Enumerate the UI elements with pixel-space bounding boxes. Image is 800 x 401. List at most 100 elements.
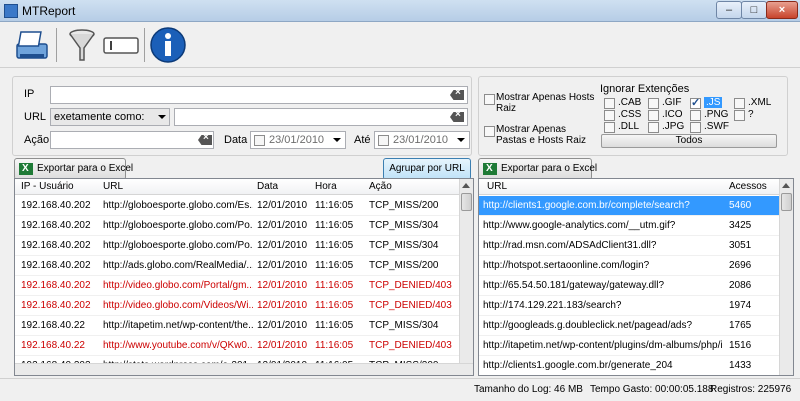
data-enable-checkbox[interactable] [254, 135, 265, 146]
ip-input[interactable] [50, 86, 468, 104]
url-grid-header: URL Acessos [479, 179, 779, 195]
pastas-raiz-checkbox[interactable] [484, 126, 495, 137]
scroll-up-icon[interactable] [782, 183, 790, 188]
cell-data: 12/01/2010 [257, 260, 308, 271]
checkbox[interactable] [690, 110, 701, 121]
cell-acessos: 1765 [729, 320, 752, 331]
col-url[interactable]: URL [103, 181, 123, 192]
toolbar [0, 22, 800, 68]
cell-hora: 11:16:05 [315, 220, 354, 231]
table-row[interactable]: 192.168.40.22 http://itapetim.net/wp-cont… [15, 316, 459, 336]
checkbox[interactable] [690, 122, 701, 133]
cell-url: http://www.youtube.com/v/QKw0... [103, 340, 253, 351]
elapsed-time-status: Tempo Gasto: 00:00:05.188 [590, 384, 714, 395]
log-grid-hscroll[interactable] [15, 363, 473, 375]
maximize-button[interactable]: □ [741, 1, 767, 19]
url-input[interactable] [174, 108, 468, 126]
info-button[interactable] [148, 26, 188, 64]
hosts-raiz-label: Mostrar Apenas Hosts Raiz [496, 92, 595, 114]
cell-acessos: 2086 [729, 280, 752, 291]
excel-icon [19, 159, 33, 179]
table-row[interactable]: 192.168.40.202 http://globoesporte.globo.… [15, 196, 459, 216]
table-row[interactable]: http://clients1.google.com.br/complete/s… [479, 196, 779, 216]
printer-icon [16, 31, 48, 59]
checkbox[interactable] [648, 98, 659, 109]
checkbox[interactable] [604, 110, 615, 121]
cell-acessos: 1974 [729, 300, 752, 311]
checkbox[interactable] [604, 122, 615, 133]
log-grid-vscroll[interactable] [459, 179, 473, 363]
table-row[interactable]: http://65.54.50.181/gateway/gateway.dll?… [479, 276, 779, 296]
scroll-thumb[interactable] [461, 193, 472, 211]
right-export-excel-button[interactable]: Exportar para o Excel [478, 158, 597, 180]
cell-ip: 192.168.40.22 [21, 320, 85, 331]
cell-acao: TCP_MISS/304 [369, 220, 439, 231]
excel-icon [483, 159, 497, 179]
ate-enable-checkbox[interactable] [378, 135, 389, 146]
scroll-up-icon[interactable] [462, 183, 470, 188]
cell-url: http://video.globo.com/Videos/Wi... [103, 300, 253, 311]
log-grid[interactable]: IP - Usuário URL Data Hora Ação 192.168.… [14, 178, 474, 376]
cell-data: 12/01/2010 [257, 280, 308, 291]
cell-hora: 11:16:05 [315, 320, 354, 331]
col-ip-usuario[interactable]: IP - Usuário [21, 181, 74, 192]
col-data[interactable]: Data [257, 181, 278, 192]
data-date-picker[interactable]: 23/01/2010 [250, 131, 346, 149]
cell-acessos: 3425 [729, 220, 752, 231]
print-button[interactable] [12, 26, 52, 64]
cell-acessos: 5460 [729, 200, 752, 211]
data-value: 23/01/2010 [269, 134, 325, 146]
checkbox[interactable] [648, 122, 659, 133]
table-row[interactable]: 192.168.40.202 http://ads.globo.com/RealM… [15, 256, 459, 276]
ate-value: 23/01/2010 [393, 134, 449, 146]
table-row[interactable]: http://googleads.g.doubleclick.net/pagea… [479, 316, 779, 336]
table-row[interactable]: 192.168.40.202 http://video.globo.com/Vid… [15, 296, 459, 316]
records-status: Registros: 225976 [710, 384, 792, 395]
cell-hora: 11:16:05 [315, 340, 354, 351]
col-acessos[interactable]: Acessos [729, 181, 767, 192]
cell-acessos: 2696 [729, 260, 752, 271]
todos-button[interactable]: Todos [601, 134, 777, 148]
checkbox[interactable] [734, 98, 745, 109]
cell-acao: TCP_DENIED/403 [369, 340, 452, 351]
checkbox[interactable] [734, 110, 745, 121]
cell-acao: TCP_MISS/304 [369, 320, 439, 331]
acao-label: Ação [24, 134, 50, 146]
table-row[interactable]: http://rad.msn.com/ADSAdClient31.dll? 305… [479, 236, 779, 256]
funnel-icon [69, 29, 95, 61]
url-grid[interactable]: URL Acessos http://clients1.google.com.b… [478, 178, 794, 376]
table-row[interactable]: http://hotspot.sertaoonline.com/login? 26… [479, 256, 779, 276]
url-mode-value: exetamente como: [54, 111, 145, 123]
table-row[interactable]: http://clients1.google.com.br/generate_2… [479, 356, 779, 375]
table-row[interactable]: 192.168.40.202 http://globoesporte.globo.… [15, 236, 459, 256]
col-hora[interactable]: Hora [315, 181, 337, 192]
filter-button[interactable] [62, 26, 102, 64]
table-row[interactable]: 192.168.40.202 http://globoesporte.globo.… [15, 216, 459, 236]
left-export-excel-button[interactable]: Exportar para o Excel [14, 158, 133, 180]
ip-label: IP [24, 88, 35, 100]
pastas-raiz-label: Mostrar Apenas Pastas e Hosts Raiz [496, 124, 587, 146]
calendar-dropdown-icon[interactable] [457, 138, 465, 142]
textfield-button[interactable] [100, 26, 140, 64]
agrupar-por-url-button[interactable]: Agrupar por URL [383, 158, 471, 180]
cell-url: http://65.54.50.181/gateway/gateway.dll? [483, 280, 665, 291]
col-acao[interactable]: Ação [369, 181, 392, 192]
checkbox-checked[interactable] [690, 96, 701, 109]
acao-input[interactable] [50, 131, 214, 149]
checkbox[interactable] [648, 110, 659, 121]
table-row[interactable]: http://itapetim.net/wp-content/plugins/d… [479, 336, 779, 356]
close-button[interactable]: × [766, 1, 798, 19]
ate-date-picker[interactable]: 23/01/2010 [374, 131, 470, 149]
table-row[interactable]: 192.168.40.22 http://www.youtube.com/v/QK… [15, 336, 459, 356]
url-grid-vscroll[interactable] [779, 179, 793, 375]
table-row[interactable]: 192.168.40.202 http://video.globo.com/Por… [15, 276, 459, 296]
minimize-button[interactable]: – [716, 1, 742, 19]
url-mode-select[interactable]: exetamente como: [50, 108, 170, 126]
hosts-raiz-checkbox[interactable] [484, 94, 495, 105]
table-row[interactable]: http://www.google-analytics.com/__utm.gi… [479, 216, 779, 236]
checkbox[interactable] [604, 98, 615, 109]
col-url[interactable]: URL [487, 181, 507, 192]
table-row[interactable]: http://174.129.221.183/search? 1974 [479, 296, 779, 316]
calendar-dropdown-icon[interactable] [333, 138, 341, 142]
scroll-thumb[interactable] [781, 193, 792, 211]
